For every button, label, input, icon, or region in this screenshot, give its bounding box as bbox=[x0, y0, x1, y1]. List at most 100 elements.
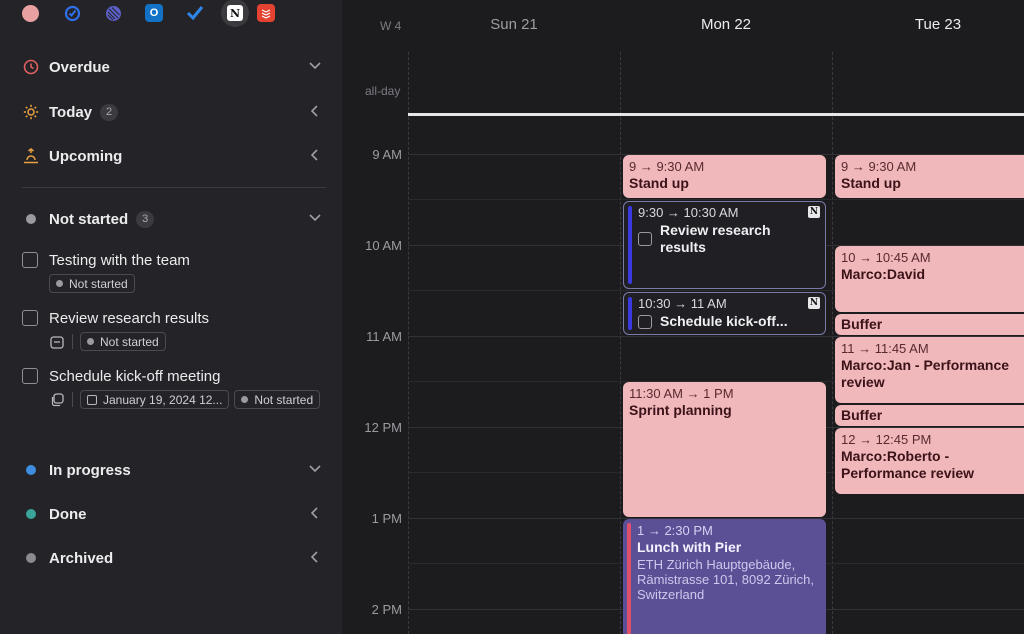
checkmark-icon bbox=[186, 4, 204, 22]
event-sprint-planning[interactable]: 11:30 AM → 1 PM Sprint planning bbox=[623, 382, 826, 517]
event-lunch[interactable]: 1 → 2:30 PM Lunch with Pier ETH Zürich H… bbox=[623, 519, 826, 634]
status-label: Not started bbox=[69, 276, 128, 291]
day-divider bbox=[832, 52, 833, 634]
sidebar: O N Overdue Today 2 Upcoming Not started… bbox=[0, 0, 342, 634]
date-chip[interactable]: January 19, 2024 12... bbox=[80, 390, 230, 409]
notion-icon: N bbox=[808, 297, 820, 309]
event-stand-up[interactable]: 9 → 9:30 AM Stand up bbox=[623, 155, 826, 198]
chevron-down-icon[interactable] bbox=[306, 460, 324, 478]
chevron-left-icon[interactable] bbox=[306, 102, 324, 120]
day-header-sun[interactable]: Sun 21 bbox=[408, 16, 620, 33]
event-stand-up[interactable]: 9 → 9:30 AM Stand up bbox=[835, 155, 1024, 198]
calendar-event-icon[interactable] bbox=[49, 334, 65, 350]
group-overdue[interactable]: Overdue bbox=[22, 54, 326, 80]
group-label: Upcoming bbox=[49, 147, 123, 165]
status-chip[interactable]: Not started bbox=[80, 332, 166, 351]
separator bbox=[72, 334, 73, 349]
day-divider bbox=[620, 52, 621, 634]
event-time: 11 → 11:45 AM bbox=[841, 341, 929, 356]
group-in-progress[interactable]: In progress bbox=[22, 457, 326, 483]
task-checkbox[interactable] bbox=[22, 252, 38, 268]
status-dot-icon bbox=[22, 505, 40, 523]
event-time: 9 → 9:30 AM bbox=[841, 159, 917, 174]
event-location: ETH Zürich Hauptgebäude, Rämistrasse 101… bbox=[637, 557, 815, 602]
group-archived[interactable]: Archived bbox=[22, 545, 326, 571]
event-task-kickoff[interactable]: N 10:30 → 11 AM Schedule kick-off... bbox=[623, 292, 826, 335]
current-time-line bbox=[408, 113, 1024, 116]
group-label: In progress bbox=[49, 461, 131, 479]
event-task-review[interactable]: N 9:30 → 10:30 AM Review research result… bbox=[623, 201, 826, 289]
group-done[interactable]: Done bbox=[22, 501, 326, 527]
date-label: January 19, 2024 12... bbox=[103, 392, 223, 407]
task-color-bar bbox=[628, 297, 632, 330]
event-title: Stand up bbox=[841, 175, 901, 191]
event-title: Marco:Roberto - Performance review bbox=[841, 448, 975, 481]
status-dot-icon bbox=[241, 396, 249, 403]
calendar-view: W 4 Sun 21 Mon 22 Tue 23 all-day 9 AM 10… bbox=[342, 0, 1024, 634]
task-color-bar bbox=[628, 206, 632, 284]
task-checkbox[interactable] bbox=[638, 314, 652, 329]
app-outlook[interactable]: O bbox=[145, 0, 186, 26]
count-badge: 3 bbox=[136, 210, 155, 228]
linear-icon bbox=[104, 4, 122, 22]
separator bbox=[72, 392, 73, 407]
status-chip[interactable]: Not started bbox=[49, 274, 135, 293]
group-label: Today bbox=[49, 103, 93, 121]
app-avatar[interactable] bbox=[22, 0, 63, 26]
task-item[interactable]: Review research results Not started bbox=[22, 308, 332, 351]
hour-label: 12 PM bbox=[364, 420, 402, 435]
event-title: Marco:David bbox=[841, 266, 926, 282]
event-time: 10 → 10:45 AM bbox=[841, 250, 931, 265]
event-title: Stand up bbox=[629, 175, 689, 191]
notion-icon: N bbox=[808, 206, 820, 218]
hour-label: 9 AM bbox=[372, 147, 402, 162]
event-title: Marco:Jan - Performance review bbox=[841, 357, 1010, 390]
status-dot-icon bbox=[22, 210, 40, 228]
task-checkbox[interactable] bbox=[22, 310, 38, 326]
calendar-icon bbox=[87, 394, 97, 405]
check-circle-icon bbox=[63, 4, 81, 22]
event-time: 9:30 → 10:30 AM bbox=[638, 205, 739, 220]
task-checkbox[interactable] bbox=[638, 232, 652, 246]
app-check-circle[interactable] bbox=[63, 0, 104, 26]
copy-icon[interactable] bbox=[49, 392, 65, 408]
event-marco-roberto[interactable]: 12 → 12:45 PM Marco:Roberto - Performanc… bbox=[835, 428, 1024, 494]
app-linear[interactable] bbox=[104, 0, 145, 26]
chevron-left-icon[interactable] bbox=[306, 548, 324, 566]
group-label: Overdue bbox=[49, 58, 110, 76]
chevron-left-icon[interactable] bbox=[306, 504, 324, 522]
status-label: Not started bbox=[254, 392, 314, 407]
outlook-icon: O bbox=[145, 4, 163, 22]
chevron-down-icon[interactable] bbox=[306, 57, 324, 75]
group-label: Archived bbox=[49, 549, 114, 567]
task-item[interactable]: Schedule kick-off meeting January 19, 20… bbox=[22, 366, 332, 409]
notion-icon: N bbox=[221, 0, 249, 27]
event-time: 12 → 12:45 PM bbox=[841, 432, 932, 447]
group-upcoming[interactable]: Upcoming bbox=[22, 143, 326, 169]
event-title: Review research results bbox=[660, 222, 771, 255]
hour-label: 11 AM bbox=[366, 329, 402, 344]
event-marco-jan[interactable]: 11 → 11:45 AM Marco:Jan - Performance re… bbox=[835, 337, 1024, 403]
chevron-down-icon[interactable] bbox=[306, 209, 324, 227]
hour-label: 10 AM bbox=[365, 238, 402, 253]
day-header-mon[interactable]: Mon 22 bbox=[620, 16, 832, 33]
day-header-tue[interactable]: Tue 23 bbox=[832, 16, 1024, 33]
event-buffer[interactable]: Buffer bbox=[835, 314, 1024, 335]
half-hour-line bbox=[408, 199, 1024, 200]
event-time: 11:30 AM → 1 PM bbox=[629, 386, 734, 401]
status-chip[interactable]: Not started bbox=[234, 390, 321, 409]
group-today[interactable]: Today 2 bbox=[22, 99, 326, 125]
task-checkbox[interactable] bbox=[22, 368, 38, 384]
app-todoist[interactable] bbox=[257, 0, 298, 26]
chevron-left-icon[interactable] bbox=[306, 146, 324, 164]
task-item[interactable]: Testing with the team Not started bbox=[22, 250, 332, 293]
task-title: Schedule kick-off meeting bbox=[49, 367, 221, 385]
app-notion[interactable]: N bbox=[221, 0, 262, 27]
all-day-label: all-day bbox=[365, 84, 401, 98]
group-not-started[interactable]: Not started 3 bbox=[22, 206, 326, 232]
status-dot-icon bbox=[56, 280, 63, 287]
event-marco-david[interactable]: 10 → 10:45 AM Marco:David bbox=[835, 246, 1024, 312]
hour-label: 2 PM bbox=[371, 602, 402, 617]
event-title: Lunch with Pier bbox=[637, 539, 742, 555]
event-buffer[interactable]: Buffer bbox=[835, 405, 1024, 426]
